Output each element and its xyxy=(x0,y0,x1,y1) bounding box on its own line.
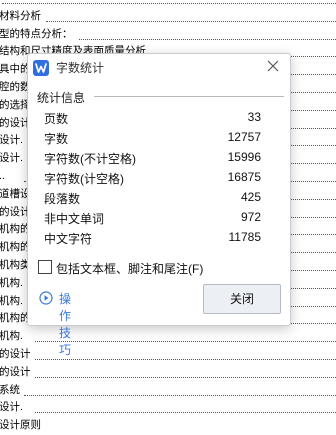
toc-leader-dots xyxy=(46,20,336,22)
toc-leader-dots xyxy=(35,376,336,378)
toc-leader-dots xyxy=(35,341,336,343)
dialog-titlebar[interactable]: 字数统计 xyxy=(28,54,290,80)
toc-leader-dots xyxy=(35,359,336,360)
document-line-text: 的设计 xyxy=(0,348,31,360)
stat-label: 中文字符 xyxy=(44,232,93,246)
toc-leader-dots xyxy=(2,3,336,4)
document-line: 的设计 xyxy=(0,347,336,364)
include-checkbox[interactable] xyxy=(38,260,52,274)
document-line-text: 机构. xyxy=(0,276,23,289)
document-line-text: 腔的数 xyxy=(0,81,31,93)
stat-label: 字符数(计空格) xyxy=(44,172,124,186)
document-line-text: 系统 xyxy=(0,383,20,396)
document-line-text: 机构的 xyxy=(0,312,31,325)
stat-row: 段落数 425 xyxy=(28,190,290,210)
stat-value: 11785 xyxy=(228,230,261,244)
stat-label: 段落数 xyxy=(44,192,81,206)
stat-value: 33 xyxy=(247,110,261,124)
document-line-text: 机构类 xyxy=(0,259,31,271)
stat-row: 字符数(不计空格) 15996 xyxy=(28,150,290,170)
document-line: 设计. xyxy=(0,400,336,417)
document-line-text: 的设计 xyxy=(0,365,31,378)
toc-leader-dots xyxy=(79,38,336,40)
stat-row: 字符数(计空格) 16875 xyxy=(28,170,290,190)
toc-leader-dots xyxy=(24,394,336,396)
section-header-stats: 统计信息 xyxy=(37,91,86,105)
document-line-text: 机构的 xyxy=(0,241,31,254)
include-textbox-footnotes-option[interactable]: 包括文本框、脚注和尾注(F) xyxy=(38,260,278,276)
section-divider xyxy=(94,96,284,97)
document-line-text: 设计. xyxy=(0,134,23,147)
play-circle-icon xyxy=(39,291,53,305)
stat-value: 16875 xyxy=(227,170,261,184)
stat-value: 972 xyxy=(240,210,261,224)
document-line: 设计原则 xyxy=(0,418,336,435)
tips-label[interactable]: 操作技巧 xyxy=(59,290,71,358)
document-line-text: 设计. xyxy=(0,152,23,165)
document-line: 机构. xyxy=(0,329,336,346)
document-line-text: 的设计 xyxy=(0,205,31,218)
document-line-text: 机构. xyxy=(0,294,23,307)
stat-value: 12757 xyxy=(227,130,261,144)
stat-row: 字数 12757 xyxy=(28,130,290,150)
stat-value: 15996 xyxy=(227,150,261,164)
close-icon[interactable] xyxy=(265,58,281,74)
toc-leader-dots xyxy=(35,412,336,414)
stat-value: 425 xyxy=(240,190,261,204)
document-line-text: 设计. xyxy=(0,401,23,414)
document-line-text: 机构的 xyxy=(0,223,31,236)
document-line-text: 设计原则 xyxy=(0,419,41,432)
stat-row: 页数 33 xyxy=(28,110,290,130)
document-line xyxy=(0,0,336,8)
document-line: 的设计 xyxy=(0,365,336,382)
include-checkbox-label[interactable]: 包括文本框、脚注和尾注(F) xyxy=(56,260,203,277)
stat-row: 中文字符 11785 xyxy=(28,230,290,250)
close-button[interactable]: 关闭 xyxy=(203,284,281,314)
document-line: 系统 xyxy=(0,383,336,400)
dialog-title: 字数统计 xyxy=(56,61,105,75)
wps-writer-icon xyxy=(33,60,49,76)
stat-label: 页数 xyxy=(44,112,69,126)
document-line-text: 的设计 xyxy=(0,116,31,129)
stat-label: 非中文单词 xyxy=(44,212,105,226)
stat-label: 字数 xyxy=(44,132,69,146)
document-line-text: 的选择 xyxy=(0,98,31,111)
document-line-text: 机构. xyxy=(0,330,23,343)
document-line-text: 具中的 xyxy=(0,63,31,76)
stat-label: 字符数(不计空格) xyxy=(44,152,136,166)
document-line: 材料分析 xyxy=(0,9,336,26)
document-line-text: 型的特点分析： xyxy=(0,27,73,40)
document-line-text: .. xyxy=(0,170,5,182)
document-line: 型的特点分析： xyxy=(0,27,336,44)
stat-row: 非中文单词 972 xyxy=(28,210,290,230)
document-line-text: 材料分析 xyxy=(0,9,41,22)
word-count-dialog: 字数统计 统计信息 页数 33 字数 12757 字符数(不计空格) 15996 字符数(计… xyxy=(27,53,291,357)
